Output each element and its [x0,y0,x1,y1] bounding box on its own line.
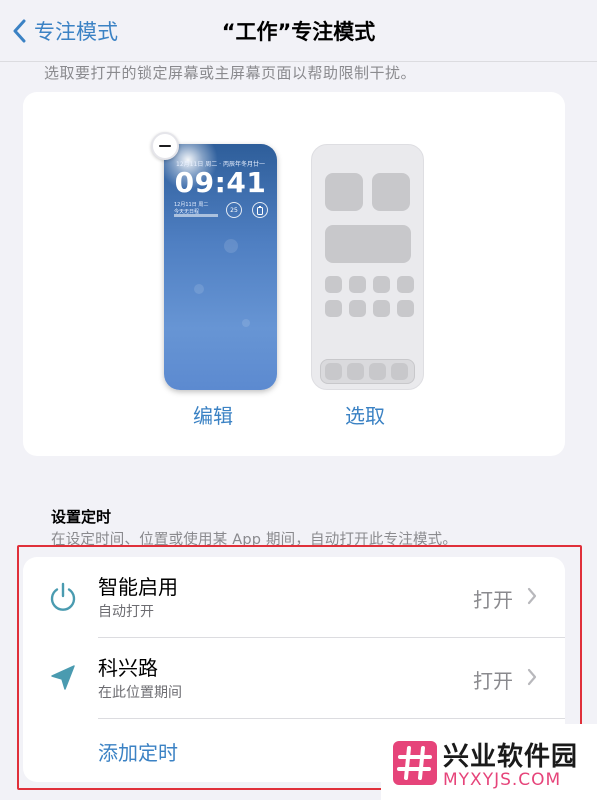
bokeh-dot [194,284,204,294]
app-icon-placeholder [373,276,390,293]
screen-preview-card: 12月11日 周二 · 丙辰年冬月廿一 09:41 12月11日 周二 今天无日… [23,92,565,456]
edit-lock-screen-link[interactable]: 编辑 [193,400,233,429]
dock-icon-placeholder [325,363,342,380]
bokeh-dot [224,239,238,253]
select-home-screen-link[interactable]: 选取 [345,400,385,429]
screen-selection-description: 选取要打开的锁定屏幕或主屏幕页面以帮助限制干扰。 [44,64,417,82]
section-title: 设置定时 [51,508,112,526]
widget-placeholder [325,173,363,211]
home-screen-preview[interactable] [311,144,424,390]
app-icon-placeholder [349,276,366,293]
remove-lock-screen-button[interactable] [151,132,179,160]
minus-icon [159,144,171,148]
battery-icon [257,205,263,215]
watermark-chinese-text: 兴业软件园 [443,742,579,772]
watermark-domain-text: MYXYJS.COM [443,770,562,790]
lock-screen-preview[interactable]: 12月11日 周二 · 丙辰年冬月廿一 09:41 12月11日 周二 今天无日… [164,144,277,390]
dock-icon-placeholder [369,363,386,380]
app-icon-placeholder [373,300,390,317]
bokeh-dot [242,319,250,327]
navigation-bar: 专注模式 “工作”专注模式 [0,0,597,62]
site-watermark: 兴业软件园 MYXYJS.COM [381,724,597,800]
app-icon-placeholder [397,276,414,293]
app-icon-placeholder [325,276,342,293]
dock-icon-placeholder [347,363,364,380]
widget-placeholder [372,173,410,211]
app-icon-placeholder [397,300,414,317]
app-icon-placeholder [325,300,342,317]
lock-screen-option[interactable]: 12月11日 周二 · 丙辰年冬月廿一 09:41 12月11日 周二 今天无日… [151,132,277,390]
hash-logo-icon [393,741,437,785]
app-icon-placeholder [349,300,366,317]
lock-widget-bar [174,214,218,217]
lock-time: 09:41 [174,166,267,199]
battery-widget-icon [252,202,268,218]
lock-widget-ring: 25 [226,202,242,218]
widget-placeholder-wide [325,225,411,263]
dock-icon-placeholder [391,363,408,380]
dock-placeholder [320,359,415,384]
lock-widget-ring-value: 25 [230,206,238,214]
page-title: “工作”专注模式 [221,20,376,44]
lock-widget-line-1: 12月11日 周二 [174,202,209,208]
